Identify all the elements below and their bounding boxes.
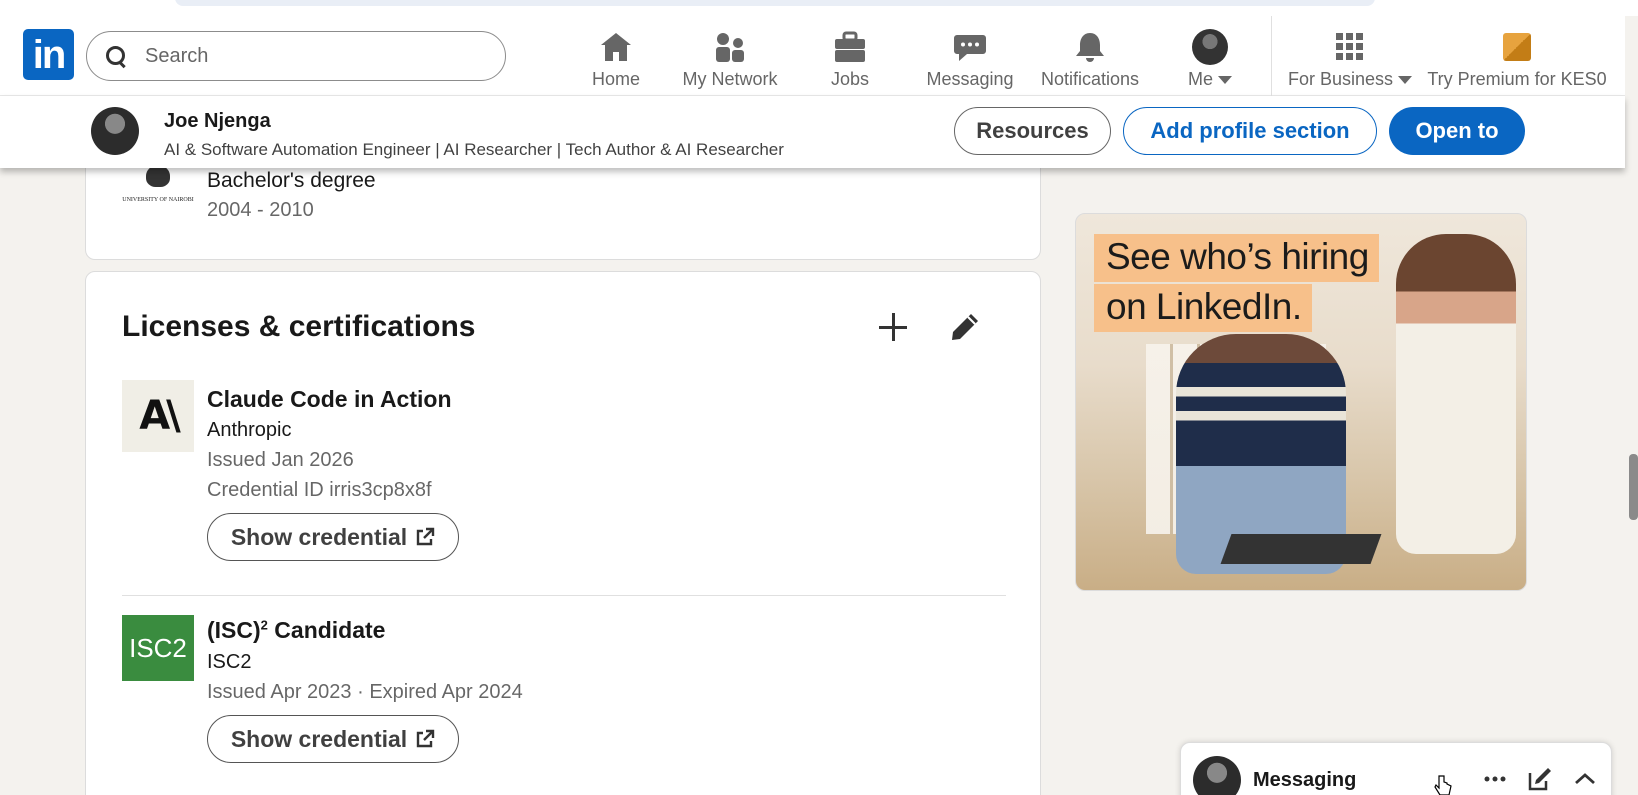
license-issuer: ISC2 (207, 651, 252, 673)
me-avatar-wrap (1190, 29, 1230, 65)
item-divider (122, 595, 1006, 596)
license-item: ISC2 (ISC)2 Candidate ISC2 Issued Apr 20… (122, 615, 1006, 775)
nav-for-business[interactable]: For Business (1287, 26, 1413, 90)
scrollbar-thumb[interactable] (1629, 454, 1638, 520)
compose-icon[interactable] (1526, 765, 1554, 793)
nav-my-network-label: My Network (682, 69, 778, 89)
avatar[interactable] (91, 107, 139, 155)
profile-headline: AI & Software Automation Engineer | AI R… (164, 140, 784, 159)
nav-try-premium-label: Try Premium for KES0 (1427, 69, 1607, 89)
avatar (1193, 756, 1241, 795)
nav-for-business-label: For Business (1287, 69, 1394, 89)
premium-icon-wrap (1497, 29, 1537, 65)
nav-notifications-label: Notifications (1040, 69, 1140, 89)
show-credential-label: Show credential (230, 725, 408, 752)
ad-headline-line-2: on LinkedIn. (1094, 284, 1312, 332)
chevron-down-icon (1218, 76, 1232, 85)
search-input[interactable] (145, 44, 485, 68)
messaging-tray[interactable]: Messaging (1180, 742, 1612, 795)
nav-messaging-label: Messaging (926, 69, 1014, 89)
ad-headline: See who’s hiring on LinkedIn. (1094, 234, 1379, 334)
grid-icon (1330, 29, 1370, 65)
nav-me-label-wrap: Me (1188, 69, 1232, 90)
crest-icon (146, 165, 170, 187)
promo-ad[interactable]: See who’s hiring on LinkedIn. (1075, 213, 1527, 591)
chevron-down-icon (1398, 76, 1413, 85)
avatar (1192, 29, 1228, 65)
show-credential-button[interactable]: Show credential (207, 715, 459, 763)
nav-my-network[interactable]: My Network (675, 26, 785, 90)
bell-icon (1070, 29, 1110, 65)
university-logo-caption: UNIVERSITY OF NAIROBI (122, 197, 194, 203)
license-name: Claude Code in Action (207, 386, 452, 412)
messaging-tray-label: Messaging (1253, 769, 1357, 791)
ad-headline-line-1: See who’s hiring (1094, 234, 1379, 282)
nav-messaging[interactable]: Messaging (925, 26, 1015, 90)
nav-jobs-label: Jobs (830, 69, 870, 89)
license-name-prefix: (ISC) (207, 617, 261, 643)
chevron-up-icon[interactable] (1571, 765, 1599, 793)
plus-icon (879, 313, 907, 341)
license-issued-date: Issued Apr 2023 · Expired Apr 2024 (207, 681, 523, 703)
nav-me[interactable]: Me (1182, 26, 1238, 90)
more-options-icon[interactable] (1481, 765, 1509, 793)
license-name: (ISC)2 Candidate (207, 617, 385, 644)
edit-licenses-button[interactable] (943, 305, 987, 349)
nav-notifications[interactable]: Notifications (1040, 26, 1140, 90)
linkedin-logo[interactable]: in (23, 29, 74, 80)
nav-home-label: Home (591, 69, 640, 89)
license-credential-id: Credential ID irris3cp8x8f (207, 479, 432, 501)
open-to-button[interactable]: Open to (1389, 107, 1525, 155)
home-icon (596, 29, 636, 65)
premium-icon (1503, 33, 1531, 61)
nav-try-premium[interactable]: Try Premium for KES0 (1427, 26, 1607, 90)
search-box[interactable] (86, 31, 506, 81)
university-logo[interactable]: UNIVERSITY OF NAIROBI (122, 161, 194, 211)
browser-top-strip (0, 0, 1638, 16)
add-profile-section-button[interactable]: Add profile section (1123, 107, 1377, 155)
show-credential-label: Show credential (230, 523, 408, 550)
chat-icon (950, 29, 990, 65)
show-credential-button[interactable]: Show credential (207, 513, 459, 561)
education-degree: Bachelor's degree (207, 169, 376, 192)
address-bar-edge (175, 0, 1375, 6)
licenses-card: Licenses & certifications A\ Claude Code… (85, 271, 1041, 795)
resources-button[interactable]: Resources (954, 107, 1111, 155)
briefcase-icon (830, 29, 870, 65)
nav-for-business-label-wrap: For Business (1287, 69, 1413, 90)
scrollbar[interactable] (1625, 16, 1638, 795)
hand-cursor-icon (1434, 775, 1452, 795)
global-nav: in Home My Network Jobs Messaging Notifi… (0, 16, 1625, 96)
external-link-icon (416, 729, 435, 748)
anthropic-logo[interactable]: A\ (122, 380, 194, 452)
nav-divider (1271, 16, 1272, 96)
ad-photo-laptop (1220, 534, 1382, 564)
network-icon (710, 29, 750, 65)
ad-photo-person (1396, 234, 1516, 554)
external-link-icon (416, 527, 435, 546)
search-icon (105, 45, 127, 67)
nav-jobs[interactable]: Jobs (825, 26, 875, 90)
pencil-icon (952, 314, 978, 340)
license-name-superscript: 2 (260, 617, 268, 633)
isc2-logo[interactable]: ISC2 (122, 615, 194, 681)
section-title: Licenses & certifications (122, 310, 476, 343)
profile-sticky-header: Joe Njenga AI & Software Automation Engi… (0, 96, 1625, 168)
education-years: 2004 - 2010 (207, 199, 314, 221)
license-item: A\ Claude Code in Action Anthropic Issue… (122, 380, 1006, 580)
profile-name: Joe Njenga (164, 110, 271, 132)
license-issuer: Anthropic (207, 419, 292, 441)
license-name-suffix: Candidate (267, 617, 386, 643)
nav-me-label: Me (1187, 69, 1213, 89)
add-license-button[interactable] (871, 305, 915, 349)
nav-home[interactable]: Home (583, 26, 649, 90)
license-issued-date: Issued Jan 2026 (207, 449, 354, 471)
